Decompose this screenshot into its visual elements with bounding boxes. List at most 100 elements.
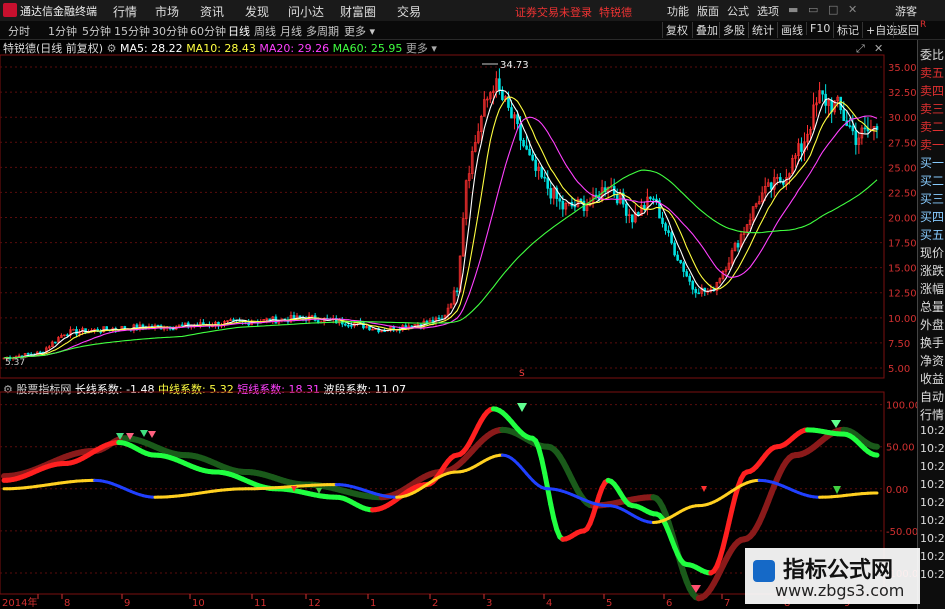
candle-body xyxy=(652,198,655,201)
candle-body xyxy=(736,243,740,248)
tick-time: 10:26 xyxy=(920,496,945,509)
candle-body xyxy=(842,109,846,121)
x-tick-label: 7 xyxy=(724,598,730,609)
candle-body xyxy=(498,78,501,91)
watermark-banner: 指标公式网 www.zbgs3.com xyxy=(745,548,920,604)
candle-body xyxy=(561,200,565,210)
side-label: 卖三 xyxy=(920,102,945,116)
candle-body xyxy=(540,166,543,178)
side-label: 卖一 xyxy=(920,138,945,152)
candle-body xyxy=(350,324,353,327)
candle-body xyxy=(38,351,42,354)
candle-body xyxy=(655,198,658,201)
candle-body xyxy=(579,198,583,202)
quote-side-panel: R 委比 卖五 卖四 卖三 卖二 卖一 买一 买二 买三 买四 买五 现价 涨跌 涨幅 总量 外盘 换手 净资 收益… xyxy=(917,20,945,609)
candle-body xyxy=(171,328,175,331)
tick-time: 10:26 xyxy=(920,460,945,473)
side-label: 涨幅 xyxy=(920,282,945,296)
candle-body xyxy=(531,154,534,161)
candle-body xyxy=(667,230,670,233)
candle-body xyxy=(72,328,75,331)
candle-body xyxy=(661,217,664,224)
x-tick-label: 5 xyxy=(606,598,612,609)
candle-body xyxy=(821,90,824,95)
tick-time: 10:26 xyxy=(920,424,945,437)
x-tick-label: 6 xyxy=(666,598,672,609)
side-label: 买四 xyxy=(920,210,945,224)
tick-time: 10:26 xyxy=(920,532,945,545)
x-tick-label: 3 xyxy=(486,598,492,609)
candle-body xyxy=(501,89,504,100)
candle-body xyxy=(685,271,688,277)
candle-body xyxy=(558,198,562,202)
side-tab[interactable]: 行情 xyxy=(920,406,944,423)
candle-body xyxy=(66,334,69,337)
peak-annotation: 34.73 xyxy=(482,60,529,71)
price-tick-label: 35.00 xyxy=(888,63,917,74)
candle-body xyxy=(156,324,160,327)
watermark-url: www.zbgs3.com xyxy=(775,581,905,600)
candle-body xyxy=(455,290,459,293)
side-corner-label: R xyxy=(920,20,927,30)
candle-body xyxy=(854,130,858,145)
side-label: 外盘 xyxy=(920,318,945,332)
candle-body xyxy=(670,232,673,244)
side-tab[interactable]: 自动 xyxy=(920,388,944,405)
candle-body xyxy=(519,123,522,141)
x-tick-label: 4 xyxy=(546,598,552,609)
x-tick-label: 8 xyxy=(64,598,70,609)
tick-time: 10:26 xyxy=(920,442,945,455)
candlestick-series xyxy=(2,68,879,361)
indicator-tick-label: 100.00 xyxy=(886,401,917,412)
candle-body xyxy=(615,193,619,204)
price-tick-label: 30.00 xyxy=(888,113,917,124)
candle-body xyxy=(534,159,537,171)
price-tick-label: 20.00 xyxy=(888,214,917,225)
candle-body xyxy=(105,326,109,330)
date-x-axis: 2014年89101112123456789 xyxy=(2,594,850,609)
tick-time: 10:26 xyxy=(920,514,945,527)
candle-body xyxy=(682,262,685,272)
price-tick-label: 25.00 xyxy=(888,163,917,174)
price-tick-label: 5.00 xyxy=(888,364,910,375)
side-label: 买一 xyxy=(920,156,945,170)
candle-body xyxy=(516,114,519,125)
svg-text:34.73: 34.73 xyxy=(500,60,529,71)
chart-canvas[interactable]: S 34.73 5.37 35.0032.5030.0027.5025.0022… xyxy=(0,0,917,609)
price-tick-label: 15.00 xyxy=(888,264,917,275)
x-tick-label: 1 xyxy=(370,598,376,609)
price-tick-label: 17.50 xyxy=(888,239,917,250)
candle-body xyxy=(664,223,667,231)
x-tick-label: 10 xyxy=(192,598,205,609)
side-label: 换手 xyxy=(920,336,945,350)
candle-body xyxy=(344,323,347,326)
x-tick-label: 2 xyxy=(432,598,438,609)
side-label: 现价 xyxy=(920,246,945,260)
candle-body xyxy=(800,143,803,152)
tick-time: 10:26 xyxy=(920,568,945,581)
candle-body xyxy=(180,324,184,327)
watermark-title: 指标公式网 xyxy=(783,558,894,583)
price-tick-label: 32.50 xyxy=(888,88,917,99)
candle-body xyxy=(522,140,525,147)
tick-time: 10:26 xyxy=(920,550,945,563)
side-label: 总量 xyxy=(920,300,945,314)
candle-body xyxy=(75,328,78,335)
candle-body xyxy=(525,145,528,150)
candle-body xyxy=(643,205,646,210)
side-label: 买二 xyxy=(920,174,945,188)
candle-body xyxy=(26,353,30,355)
candle-body xyxy=(631,214,634,223)
indicator-tick-label: 50.00 xyxy=(886,443,915,454)
price-tick-label: 7.50 xyxy=(888,339,910,350)
candle-body xyxy=(848,125,852,127)
price-tick-label: 27.50 xyxy=(888,138,917,149)
candle-body xyxy=(691,281,695,290)
x-tick-label: 11 xyxy=(254,598,267,609)
side-label: 净资 xyxy=(920,354,945,368)
sell-marker: S xyxy=(519,369,525,379)
indicator-tick-label: -50.00 xyxy=(886,527,917,538)
tick-time: 10:26 xyxy=(920,478,945,491)
candle-body xyxy=(688,275,691,282)
candle-body xyxy=(769,182,773,190)
